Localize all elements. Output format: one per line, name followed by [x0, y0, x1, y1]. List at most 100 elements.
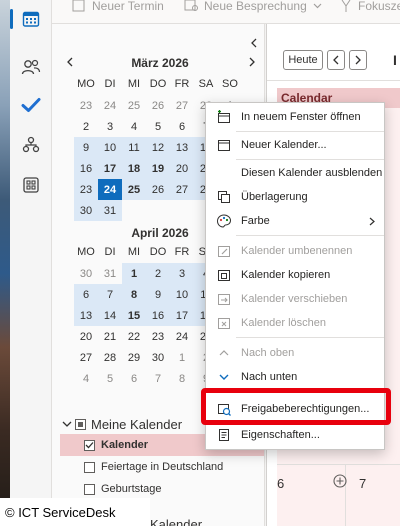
day-cell[interactable]: 1: [170, 347, 194, 368]
day-cell[interactable]: 8: [170, 368, 194, 389]
day-cell[interactable]: 27: [74, 347, 98, 368]
calendar-checkbox[interactable]: [84, 461, 95, 473]
day-cell[interactable]: 23: [74, 179, 98, 200]
menu-hide-calendar[interactable]: Diesen Kalender ausblenden: [206, 161, 384, 185]
calendar-item-kalender[interactable]: Kalender: [84, 435, 148, 455]
day-cell-today[interactable]: 24: [98, 179, 122, 200]
day-cell[interactable]: 17: [98, 158, 122, 179]
day-cell[interactable]: 24: [98, 95, 122, 116]
day-cell[interactable]: 30: [146, 347, 170, 368]
menu-delete-calendar[interactable]: Kalender löschen: [206, 311, 384, 335]
day-cell[interactable]: 13: [74, 305, 98, 326]
day-cell[interactable]: 15: [122, 305, 146, 326]
day-cell[interactable]: 16: [146, 305, 170, 326]
calendar-nav-button[interactable]: [10, 4, 48, 34]
groups-nav-button[interactable]: [14, 130, 48, 160]
day-cell[interactable]: 20: [170, 158, 194, 179]
menu-separator: [236, 159, 384, 160]
day-cell[interactable]: 19: [146, 158, 170, 179]
day-cell[interactable]: 29: [122, 347, 146, 368]
day-cell[interactable]: 10: [170, 284, 194, 305]
day-cell[interactable]: 22: [122, 326, 146, 347]
collapse-pane-icon[interactable]: [250, 38, 258, 48]
day-cell[interactable]: 28: [98, 347, 122, 368]
day-cell[interactable]: 9: [146, 284, 170, 305]
day-cell[interactable]: 23: [146, 326, 170, 347]
day-cell[interactable]: 17: [170, 305, 194, 326]
chevron-left-icon: [333, 55, 339, 65]
day-cell[interactable]: 13: [170, 137, 194, 158]
menu-move-up[interactable]: Nach oben: [206, 341, 384, 365]
day-cell[interactable]: 2: [146, 263, 170, 284]
todo-nav-button[interactable]: [14, 90, 48, 120]
checkmark-icon: [21, 98, 41, 112]
day-cell[interactable]: 30: [74, 200, 98, 221]
day-cell[interactable]: 4: [122, 116, 146, 137]
menu-color[interactable]: Farbe: [206, 209, 384, 233]
apps-nav-button[interactable]: [14, 170, 48, 200]
day-cell[interactable]: 30: [74, 263, 98, 284]
day-cell[interactable]: 31: [98, 200, 122, 221]
day-cell[interactable]: 2: [74, 116, 98, 137]
menu-open-in-new-window[interactable]: In neuem Fenster öffnen: [206, 105, 384, 129]
day-cell[interactable]: 1: [122, 263, 146, 284]
new-appointment-button[interactable]: Neuer Termin: [72, 0, 164, 13]
focus-icon: [341, 0, 351, 12]
calendar-checkbox[interactable]: [84, 483, 95, 495]
previous-period-button[interactable]: [327, 50, 345, 70]
day-cell[interactable]: 27: [170, 179, 194, 200]
day-cell[interactable]: 21: [98, 326, 122, 347]
chevron-left-icon: [67, 57, 73, 67]
day-cell[interactable]: 25: [122, 95, 146, 116]
day-cell[interactable]: 9: [74, 137, 98, 158]
calendar-item-feiertage[interactable]: Feiertage in Deutschland: [84, 457, 223, 477]
new-appointment-icon: [72, 0, 85, 12]
today-button[interactable]: Heute: [283, 50, 323, 70]
day-cell[interactable]: 4: [74, 368, 98, 389]
day-cell[interactable]: 3: [98, 116, 122, 137]
day-cell[interactable]: 31: [98, 263, 122, 284]
menu-move-down[interactable]: Nach unten: [206, 365, 384, 389]
add-event-icon[interactable]: [333, 474, 347, 488]
prev-month-button[interactable]: [63, 56, 77, 70]
day-cell[interactable]: 12: [146, 137, 170, 158]
menu-move-calendar[interactable]: Kalender verschieben: [206, 287, 384, 311]
people-nav-button[interactable]: [14, 52, 48, 82]
day-cell[interactable]: 24: [170, 326, 194, 347]
my-calendars-section-header[interactable]: Meine Kalender: [62, 414, 182, 434]
day-cell[interactable]: 3: [170, 263, 194, 284]
day-cell[interactable]: 8: [122, 284, 146, 305]
next-month-button[interactable]: [245, 56, 259, 70]
day-cell[interactable]: 6: [74, 284, 98, 305]
day-cell[interactable]: 25: [122, 179, 146, 200]
calendar-checkbox[interactable]: [84, 439, 95, 451]
menu-properties[interactable]: Eigenschaften...: [206, 423, 384, 447]
navigation-rail: [10, 0, 52, 526]
day-cell[interactable]: 5: [146, 116, 170, 137]
day-cell[interactable]: 16: [74, 158, 98, 179]
day-cell[interactable]: 6: [122, 368, 146, 389]
menu-new-calendar[interactable]: Neuer Kalender...: [206, 133, 384, 157]
day-cell[interactable]: 23: [74, 95, 98, 116]
focus-time-button[interactable]: Fokusze: [340, 0, 400, 13]
day-cell[interactable]: 11: [122, 137, 146, 158]
new-meeting-button[interactable]: Neue Besprechung: [184, 0, 322, 13]
menu-overlay[interactable]: Überlagerung: [206, 185, 384, 209]
menu-copy-calendar[interactable]: Kalender kopieren: [206, 263, 384, 287]
day-cell[interactable]: 10: [98, 137, 122, 158]
day-cell[interactable]: 18: [122, 158, 146, 179]
day-cell[interactable]: 26: [146, 95, 170, 116]
calendar-item-geburtstage[interactable]: Geburtstage: [84, 479, 162, 499]
day-cell[interactable]: 7: [146, 368, 170, 389]
menu-item-label: Überlagerung: [241, 191, 308, 203]
day-cell[interactable]: 20: [74, 326, 98, 347]
color-palette-icon: [216, 214, 232, 228]
day-cell[interactable]: 26: [146, 179, 170, 200]
day-cell[interactable]: 14: [98, 305, 122, 326]
menu-rename-calendar[interactable]: Kalender umbenennen: [206, 239, 384, 263]
day-cell[interactable]: 5: [98, 368, 122, 389]
day-cell[interactable]: 6: [170, 116, 194, 137]
day-cell[interactable]: 27: [170, 95, 194, 116]
next-period-button[interactable]: [349, 50, 367, 70]
day-cell[interactable]: 7: [98, 284, 122, 305]
